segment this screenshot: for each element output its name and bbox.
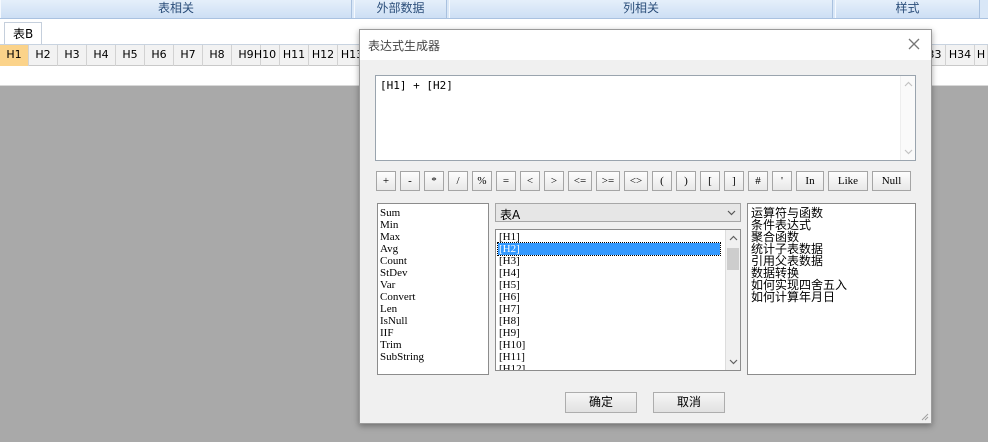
- column-header[interactable]: H3: [58, 45, 87, 66]
- scroll-down-icon[interactable]: [904, 147, 913, 156]
- list-item[interactable]: [H11]: [498, 351, 720, 363]
- operator-greater-button[interactable]: >: [544, 171, 564, 191]
- ribbon-group-column[interactable]: 列相关: [449, 0, 833, 18]
- operator-less-button[interactable]: <: [520, 171, 540, 191]
- list-item[interactable]: [H8]: [498, 315, 720, 327]
- ok-button[interactable]: 确定: [565, 392, 637, 413]
- list-item[interactable]: Sum: [378, 207, 488, 219]
- operator-equals-button[interactable]: =: [496, 171, 516, 191]
- expression-builder-dialog: 表达式生成器 [H1] + [H2] + - * / % = < > <= >=…: [359, 29, 932, 424]
- operator-like-button[interactable]: Like: [828, 171, 868, 191]
- operator-not-equal-button[interactable]: <>: [624, 171, 648, 191]
- close-icon[interactable]: [905, 35, 923, 53]
- operator-in-button[interactable]: In: [796, 171, 824, 191]
- operator-plus-button[interactable]: +: [376, 171, 396, 191]
- list-item[interactable]: IIF: [378, 327, 488, 339]
- expression-textarea[interactable]: [H1] + [H2]: [375, 75, 916, 161]
- list-item[interactable]: Var: [378, 279, 488, 291]
- scroll-up-icon[interactable]: [729, 234, 738, 243]
- list-item[interactable]: [H7]: [498, 303, 720, 315]
- column-header[interactable]: H4: [87, 45, 116, 66]
- table-select-value: 表A: [500, 208, 521, 222]
- column-header[interactable]: H6: [145, 45, 174, 66]
- operator-modulo-button[interactable]: %: [472, 171, 492, 191]
- dialog-titlebar[interactable]: 表达式生成器: [360, 30, 931, 60]
- list-item[interactable]: [H9]: [498, 327, 720, 339]
- dialog-title: 表达式生成器: [368, 39, 441, 53]
- chevron-down-icon[interactable]: [727, 209, 736, 217]
- list-item[interactable]: [H1]: [498, 231, 720, 243]
- column-header[interactable]: H34: [946, 45, 975, 66]
- list-item[interactable]: Len: [378, 303, 488, 315]
- list-item[interactable]: Avg: [378, 243, 488, 255]
- list-item[interactable]: Min: [378, 219, 488, 231]
- list-item[interactable]: Max: [378, 231, 488, 243]
- list-item[interactable]: Trim: [378, 339, 488, 351]
- list-item[interactable]: Convert: [378, 291, 488, 303]
- ribbon-group-style[interactable]: 样式: [835, 0, 980, 18]
- expression-text: [H1] + [H2]: [380, 79, 453, 92]
- operator-divide-button[interactable]: /: [448, 171, 468, 191]
- operator-null-button[interactable]: Null: [872, 171, 911, 191]
- column-header[interactable]: H2: [29, 45, 58, 66]
- expression-scrollbar[interactable]: [900, 76, 915, 160]
- operator-quote-button[interactable]: ': [772, 171, 792, 191]
- operator-minus-button[interactable]: -: [400, 171, 420, 191]
- list-item[interactable]: [H10]: [498, 339, 720, 351]
- operator-less-equal-button[interactable]: <=: [568, 171, 592, 191]
- scroll-down-icon[interactable]: [729, 357, 738, 366]
- column-header[interactable]: H12: [309, 45, 338, 66]
- field-list-scrollbar[interactable]: [725, 230, 740, 370]
- operator-open-bracket-button[interactable]: [: [700, 171, 720, 191]
- operator-close-paren-button[interactable]: ): [676, 171, 696, 191]
- resize-grip-icon[interactable]: [919, 411, 929, 421]
- ribbon-group-bar: 表相关 外部数据 列相关 样式: [0, 0, 988, 19]
- operator-open-paren-button[interactable]: (: [652, 171, 672, 191]
- list-item[interactable]: IsNull: [378, 315, 488, 327]
- list-item-selected[interactable]: [H2]: [497, 242, 721, 256]
- operator-greater-equal-button[interactable]: >=: [596, 171, 620, 191]
- scroll-up-icon[interactable]: [904, 80, 913, 89]
- column-header[interactable]: H11: [280, 45, 309, 66]
- ribbon-group-table[interactable]: 表相关: [0, 0, 352, 18]
- column-header[interactable]: H5: [116, 45, 145, 66]
- list-item[interactable]: 如何计算年月日: [748, 291, 915, 303]
- column-header[interactable]: H10: [251, 45, 280, 66]
- table-select[interactable]: 表A: [495, 203, 741, 222]
- list-item[interactable]: SubString: [378, 351, 488, 363]
- list-item[interactable]: [H6]: [498, 291, 720, 303]
- operator-close-bracket-button[interactable]: ]: [724, 171, 744, 191]
- cancel-button[interactable]: 取消: [653, 392, 725, 413]
- operator-multiply-button[interactable]: *: [424, 171, 444, 191]
- help-topic-list[interactable]: 运算符与函数 条件表达式 聚合函数 统计子表数据 引用父表数据 数据转换 如何实…: [747, 203, 916, 375]
- tab-table-b[interactable]: 表B: [4, 22, 43, 44]
- field-list[interactable]: [H1] [H2] [H3] [H4] [H5] [H6] [H7] [H8] …: [495, 229, 741, 371]
- list-item[interactable]: [H5]: [498, 279, 720, 291]
- list-item[interactable]: [H3]: [498, 255, 720, 267]
- ribbon-group-external-data[interactable]: 外部数据: [354, 0, 447, 18]
- function-list[interactable]: Sum Min Max Avg Count StDev Var Convert …: [377, 203, 489, 375]
- column-header[interactable]: H: [975, 45, 988, 66]
- scrollbar-thumb[interactable]: [727, 248, 739, 270]
- list-item[interactable]: Count: [378, 255, 488, 267]
- column-header[interactable]: H1: [0, 45, 29, 66]
- list-item[interactable]: [H12]: [498, 363, 720, 370]
- column-header[interactable]: H8: [203, 45, 232, 66]
- list-item[interactable]: StDev: [378, 267, 488, 279]
- column-header[interactable]: H7: [174, 45, 203, 66]
- operator-hash-button[interactable]: #: [748, 171, 768, 191]
- list-item[interactable]: [H4]: [498, 267, 720, 279]
